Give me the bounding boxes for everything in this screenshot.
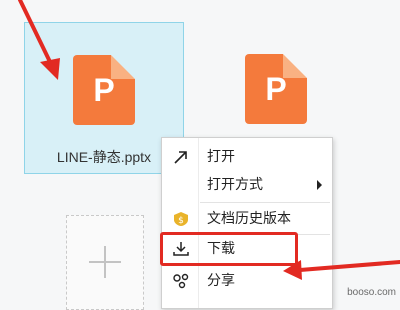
watermark-text: booso.com [347,287,396,298]
annotation-arrows [18,0,400,280]
pointer-arrow-icon-2 [283,260,400,280]
pointer-arrow-icon [18,0,60,80]
